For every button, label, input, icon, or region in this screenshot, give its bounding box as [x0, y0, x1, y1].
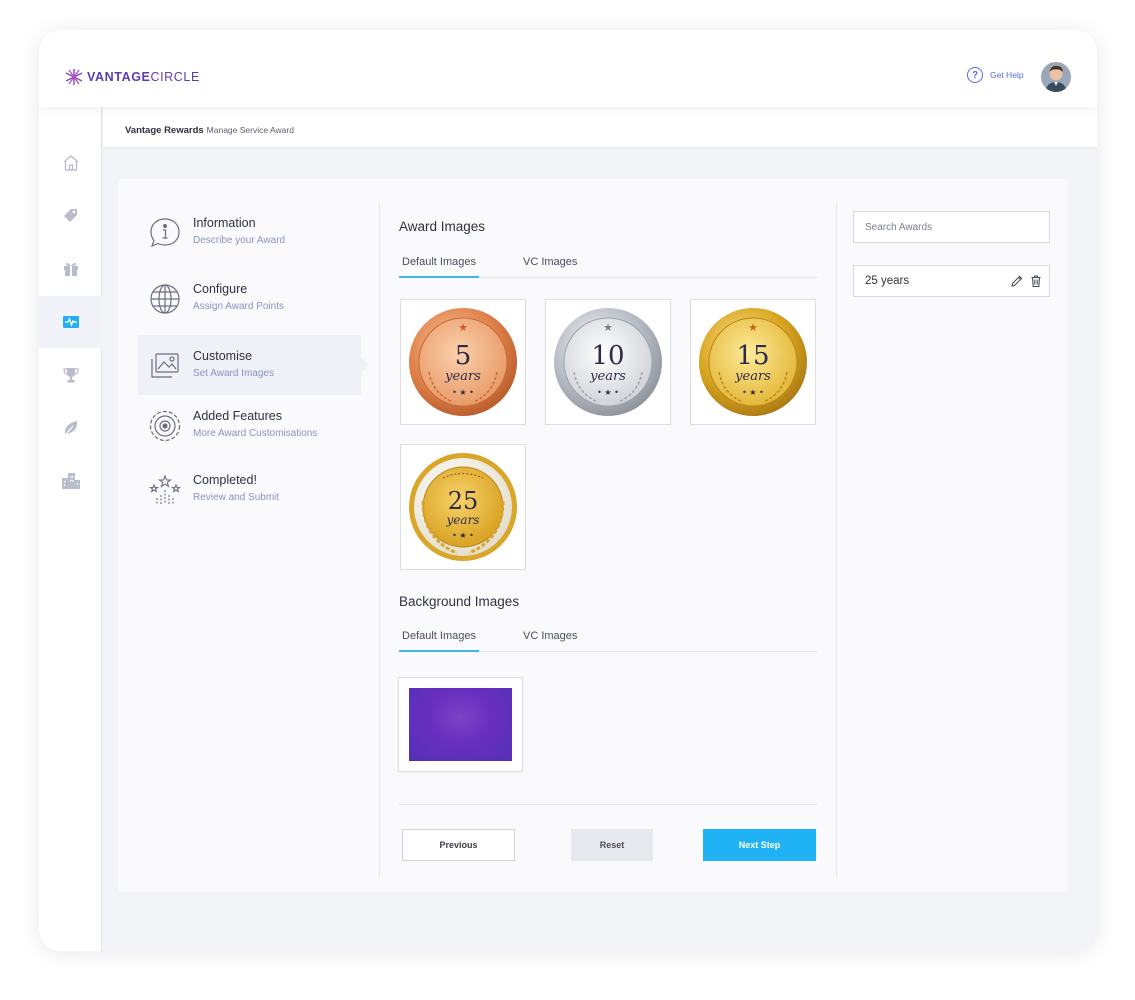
- gold-medal-image: ★ 15 years • ★ •: [699, 308, 807, 416]
- awards-panel: 25 years: [853, 179, 1068, 892]
- activity-icon: [62, 316, 79, 328]
- sidebar-item-home[interactable]: [39, 137, 102, 189]
- sidebar-item-trophy[interactable]: [39, 349, 102, 401]
- wizard-steps: Information Describe your Award Configur…: [118, 179, 380, 879]
- step-title: Added Features: [193, 409, 282, 423]
- top-bar: VANTAGECIRCLE ? Get Help: [39, 30, 1097, 107]
- medal-number: 25: [448, 487, 479, 515]
- tag-icon: [63, 209, 77, 222]
- leaf-icon: [64, 421, 77, 436]
- medal-caption: years: [444, 369, 481, 384]
- step-title: Completed!: [193, 473, 257, 487]
- step-configure[interactable]: Configure Assign Award Points: [138, 280, 361, 340]
- sidebar-item-activity[interactable]: [39, 296, 102, 348]
- step-title: Configure: [193, 282, 248, 296]
- tab-vc-images[interactable]: VC Images: [520, 626, 580, 652]
- trophy-icon: [62, 368, 79, 383]
- award-list-item[interactable]: 25 years: [853, 265, 1050, 297]
- svg-text:• ★ •: • ★ •: [452, 388, 474, 397]
- search-awards-input[interactable]: [853, 211, 1050, 243]
- step-information[interactable]: Information Describe your Award: [138, 214, 361, 274]
- tab-default-images[interactable]: Default Images: [399, 252, 479, 278]
- gear-ring-icon: [149, 410, 181, 442]
- medal-number: 5: [455, 341, 472, 371]
- award-name: 25 years: [865, 275, 910, 287]
- step-title: Information: [193, 216, 256, 230]
- medal-caption: years: [446, 513, 480, 527]
- award-wizard-card: Information Describe your Award Configur…: [118, 179, 1068, 892]
- svg-text:• ★ •: • ★ •: [742, 388, 764, 397]
- sidebar-item-buildings[interactable]: [39, 455, 102, 507]
- step-added-features[interactable]: Added Features More Award Customisations: [138, 407, 361, 467]
- award-images-title: Award Images: [399, 219, 486, 234]
- info-bubble-icon: [150, 218, 180, 248]
- home-icon: [63, 155, 78, 171]
- brand-logo[interactable]: VANTAGECIRCLE: [64, 68, 200, 86]
- svg-text:• ★ •: • ★ •: [597, 388, 619, 397]
- step-title: Customise: [193, 349, 253, 363]
- breadcrumb: Vantage Rewards Manage Service Award: [125, 125, 294, 136]
- sidebar: [39, 107, 102, 951]
- get-help-link[interactable]: ? Get Help: [967, 67, 1024, 83]
- gold-laurel-medal-image: 25 years • ★ •: [409, 453, 517, 561]
- step-subtitle: More Award Customisations: [193, 428, 318, 439]
- svg-text:• ★ •: • ★ •: [452, 531, 474, 540]
- divider: [379, 204, 380, 876]
- award-image-15-years[interactable]: ★ 15 years • ★ •: [690, 299, 816, 425]
- images-icon: [151, 353, 179, 378]
- step-subtitle: Assign Award Points: [193, 301, 284, 312]
- medal-number: 15: [736, 341, 769, 371]
- award-image-10-years[interactable]: ★ 10 years • ★ •: [545, 299, 671, 425]
- step-customise[interactable]: Customise Set Award Images: [138, 335, 369, 395]
- tab-default-images[interactable]: Default Images: [399, 626, 479, 652]
- svg-text:★: ★: [458, 321, 468, 334]
- silver-medal-image: ★ 10 years • ★ •: [554, 308, 662, 416]
- next-step-button[interactable]: Next Step: [703, 829, 816, 861]
- background-image-option[interactable]: [398, 677, 523, 772]
- help-icon: ?: [967, 67, 983, 83]
- breadcrumb-root[interactable]: Vantage Rewards: [125, 125, 204, 136]
- reset-button[interactable]: Reset: [571, 829, 653, 861]
- step-subtitle: Review and Submit: [193, 492, 280, 503]
- globe-icon: [150, 284, 180, 314]
- customise-panel: Award Images Default Images VC Images ★: [381, 179, 837, 892]
- breadcrumb-bar: Vantage Rewards Manage Service Award: [103, 107, 1097, 147]
- celebration-icon: [148, 474, 182, 504]
- background-images-tabs: Default Images VC Images: [399, 626, 817, 652]
- svg-text:★: ★: [748, 321, 758, 334]
- background-images-title: Background Images: [399, 594, 520, 609]
- tab-vc-images[interactable]: VC Images: [520, 252, 580, 278]
- breadcrumb-current: Manage Service Award: [206, 125, 294, 135]
- edit-icon[interactable]: [1010, 274, 1024, 288]
- sidebar-item-gifts[interactable]: [39, 243, 102, 295]
- svg-text:★: ★: [603, 321, 613, 334]
- medal-caption: years: [734, 369, 771, 384]
- previous-button[interactable]: Previous: [402, 829, 515, 861]
- medal-number: 10: [591, 341, 624, 371]
- step-subtitle: Set Award Images: [193, 368, 274, 379]
- get-help-label: Get Help: [990, 70, 1024, 80]
- sidebar-item-leaf[interactable]: [39, 402, 102, 454]
- brand-name: VANTAGECIRCLE: [87, 70, 200, 84]
- medal-caption: years: [589, 369, 626, 384]
- step-subtitle: Describe your Award: [193, 235, 286, 246]
- divider: [399, 804, 817, 805]
- delete-icon[interactable]: [1029, 274, 1043, 288]
- buildings-icon: [61, 473, 80, 489]
- logo-star-icon: [65, 69, 83, 85]
- purple-background-thumbnail: [409, 688, 512, 761]
- sidebar-item-tags[interactable]: [39, 190, 102, 242]
- step-completed[interactable]: Completed! Review and Submit: [138, 471, 361, 531]
- bronze-medal-image: ★ 5 years • ★ •: [409, 308, 517, 416]
- award-image-25-years[interactable]: 25 years • ★ •: [400, 444, 526, 570]
- app-window: VANTAGECIRCLE ? Get Help Vantage Rewards…: [39, 30, 1097, 951]
- award-images-tabs: Default Images VC Images: [399, 252, 817, 278]
- gift-icon: [63, 262, 78, 276]
- user-avatar[interactable]: [1041, 62, 1071, 92]
- award-image-5-years[interactable]: ★ 5 years • ★ •: [400, 299, 526, 425]
